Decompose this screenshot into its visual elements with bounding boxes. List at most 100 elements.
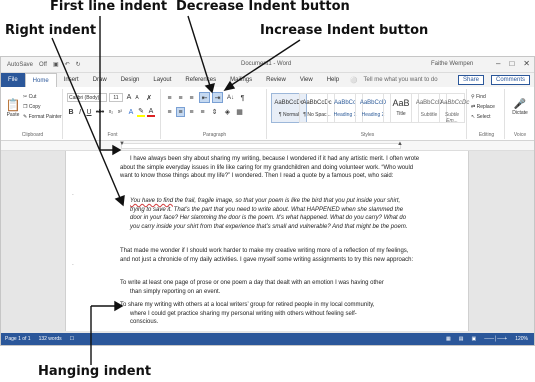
italic-button[interactable]: I	[76, 107, 84, 117]
page-count[interactable]: Page 1 of 1	[5, 336, 31, 342]
line-spacing-icon[interactable]: ⇕	[210, 107, 219, 117]
status-left: Page 1 of 1 132 words ☐	[5, 336, 74, 342]
document-area: - - I have always been shy about sharing…	[1, 151, 534, 331]
copy-button[interactable]: ❐ Copy	[23, 103, 41, 111]
borders-icon[interactable]: ▦	[235, 107, 244, 117]
select-label: Select	[476, 114, 491, 120]
print-layout-icon[interactable]: ▣	[471, 336, 476, 342]
font-name-select[interactable]: Calibri (Body)	[67, 93, 107, 102]
tell-me-search[interactable]: Tell me what you want to do	[364, 77, 438, 83]
tab-mailings[interactable]: Mailings	[223, 73, 259, 87]
subscript-button[interactable]: x₂	[107, 107, 115, 117]
margin-marker: -	[72, 192, 74, 198]
tab-draw[interactable]: Draw	[86, 73, 114, 87]
paragraph-label: Paragraph	[202, 132, 227, 138]
styles-label: Styles	[360, 132, 375, 138]
user-name[interactable]: Faithe Wempen	[431, 61, 473, 67]
multilevel-list-icon[interactable]: ≡	[187, 93, 196, 103]
decrease-indent-button[interactable]: ⇤	[199, 92, 210, 103]
cut-button[interactable]: ✂ Cut	[23, 93, 36, 101]
first-line-indent-marker[interactable]: ▼	[119, 141, 125, 147]
show-formatting-icon[interactable]: ¶	[238, 93, 247, 103]
autosave-toggle[interactable]: Off	[39, 62, 47, 68]
strikethrough-button[interactable]: abc	[95, 107, 105, 117]
paragraph-line: where I could get practice sharing my pe…	[130, 310, 357, 317]
format-painter-button[interactable]: ✎ Format Painter	[23, 113, 62, 121]
grow-font-icon[interactable]: A	[125, 93, 133, 102]
tab-layout[interactable]: Layout	[146, 73, 178, 87]
zoom-level[interactable]: 120%	[515, 336, 528, 342]
paragraph-line: To share my writing with others at a loc…	[120, 302, 375, 308]
ribbon: 📋 Paste ✂ Cut ❐ Copy ✎ Format Painter Cl…	[1, 87, 534, 141]
horizontal-ruler[interactable]: ▼ ▲	[1, 141, 534, 151]
right-indent-marker[interactable]: ▲	[397, 141, 403, 147]
minimize-icon[interactable]: –	[496, 59, 500, 68]
read-mode-icon[interactable]: ▤	[459, 336, 464, 342]
margin-marker: -	[72, 262, 74, 268]
lightbulb-icon: ⚪	[350, 77, 358, 84]
paste-icon: 📋	[5, 98, 21, 112]
paragraph-line: conscious.	[130, 319, 159, 326]
microphone-icon: 🎤	[513, 98, 527, 110]
word-count[interactable]: 132 words	[39, 336, 62, 342]
numbering-icon[interactable]: ≡	[176, 93, 185, 103]
undo-icon[interactable]: ↶	[65, 61, 70, 68]
paragraph-group: ≡ ≡ ≡ ⇤ ⇥ A↓ ¶ ≡ ≡ ≡ ≡ ⇕ ◈ ▦ Paragraph	[163, 89, 267, 139]
text-effects-icon[interactable]: A	[127, 107, 135, 117]
align-right-icon[interactable]: ≡	[187, 107, 196, 117]
save-icon[interactable]: ▣	[53, 61, 59, 68]
paste-label: Paste	[6, 112, 20, 118]
shrink-font-icon[interactable]: A	[133, 93, 141, 102]
zoom-slider[interactable]: –──│──+	[484, 336, 507, 342]
underline-button[interactable]: U	[85, 107, 93, 117]
proofing-icon[interactable]: ☐	[70, 336, 74, 342]
font-size-select[interactable]: 11	[109, 93, 123, 102]
tab-help[interactable]: Help	[320, 73, 346, 87]
superscript-button[interactable]: x²	[116, 107, 124, 117]
sort-icon[interactable]: A↓	[226, 93, 235, 103]
shading-icon[interactable]: ◈	[223, 107, 232, 117]
font-color-icon[interactable]: A	[147, 107, 155, 117]
font-label: Font	[107, 132, 118, 138]
focus-icon[interactable]: ▦	[446, 336, 451, 342]
bullets-icon[interactable]: ≡	[165, 93, 174, 103]
tab-design[interactable]: Design	[114, 73, 147, 87]
paragraph-line: than simply reporting on an event.	[130, 288, 221, 295]
center-icon[interactable]: ≡	[176, 107, 185, 117]
tab-review[interactable]: Review	[259, 73, 293, 87]
status-right: ▦ ▤ ▣ –──│──+ 120%	[446, 336, 528, 342]
tab-insert[interactable]: Insert	[57, 73, 86, 87]
justify-icon[interactable]: ≡	[198, 107, 207, 117]
voice-label: Voice	[513, 132, 527, 138]
share-button[interactable]: Share	[457, 75, 484, 85]
paragraph-hanging-indent-2: To share my writing with others at a loc…	[120, 301, 420, 327]
tab-home[interactable]: Home	[24, 73, 57, 87]
clear-format-icon[interactable]: ✗	[145, 93, 153, 102]
style-name: Subtle Em...	[444, 112, 460, 124]
find-button[interactable]: ⚲ Find	[471, 93, 486, 101]
maximize-icon[interactable]: □	[509, 59, 514, 68]
decrease-indent-callout: Decrease Indent button	[176, 0, 350, 14]
autosave-label: AutoSave	[7, 61, 34, 68]
word-window: AutoSave Off ▣ ↶ ↻ Document1 - Word Fait…	[0, 56, 535, 346]
styles-group: AaBbCcDc ¶ Normal AaBbCcDc ¶ No Spac... Aa…	[269, 89, 469, 139]
editing-label: Editing	[478, 132, 495, 138]
comments-button[interactable]: Comments	[490, 75, 530, 85]
replace-button[interactable]: ⇄ Replace	[471, 103, 495, 111]
tab-file[interactable]: File	[1, 73, 25, 87]
redo-icon[interactable]: ↻	[76, 61, 81, 68]
align-left-icon[interactable]: ≡	[165, 107, 174, 117]
select-button[interactable]: ↖ Select	[471, 113, 491, 121]
copy-label: Copy	[28, 104, 41, 110]
font-group: Calibri (Body) 11 A A ✗ B I U abc x₂ x² …	[65, 89, 161, 139]
dictate-button[interactable]: 🎤 Dictate	[509, 93, 531, 121]
close-icon[interactable]: ✕	[523, 59, 530, 68]
document-page[interactable]: - - I have always been shy about sharing…	[65, 151, 469, 331]
tab-view[interactable]: View	[293, 73, 320, 87]
highlight-icon[interactable]: ✎	[137, 107, 145, 117]
style-subtle-emphasis[interactable]: AaBbCcDc Subtle Em...	[439, 93, 469, 124]
increase-indent-button[interactable]: ⇥	[212, 92, 223, 103]
bold-button[interactable]: B	[67, 107, 75, 117]
tab-references[interactable]: References	[178, 73, 223, 87]
paste-button[interactable]: 📋 Paste	[5, 93, 21, 123]
